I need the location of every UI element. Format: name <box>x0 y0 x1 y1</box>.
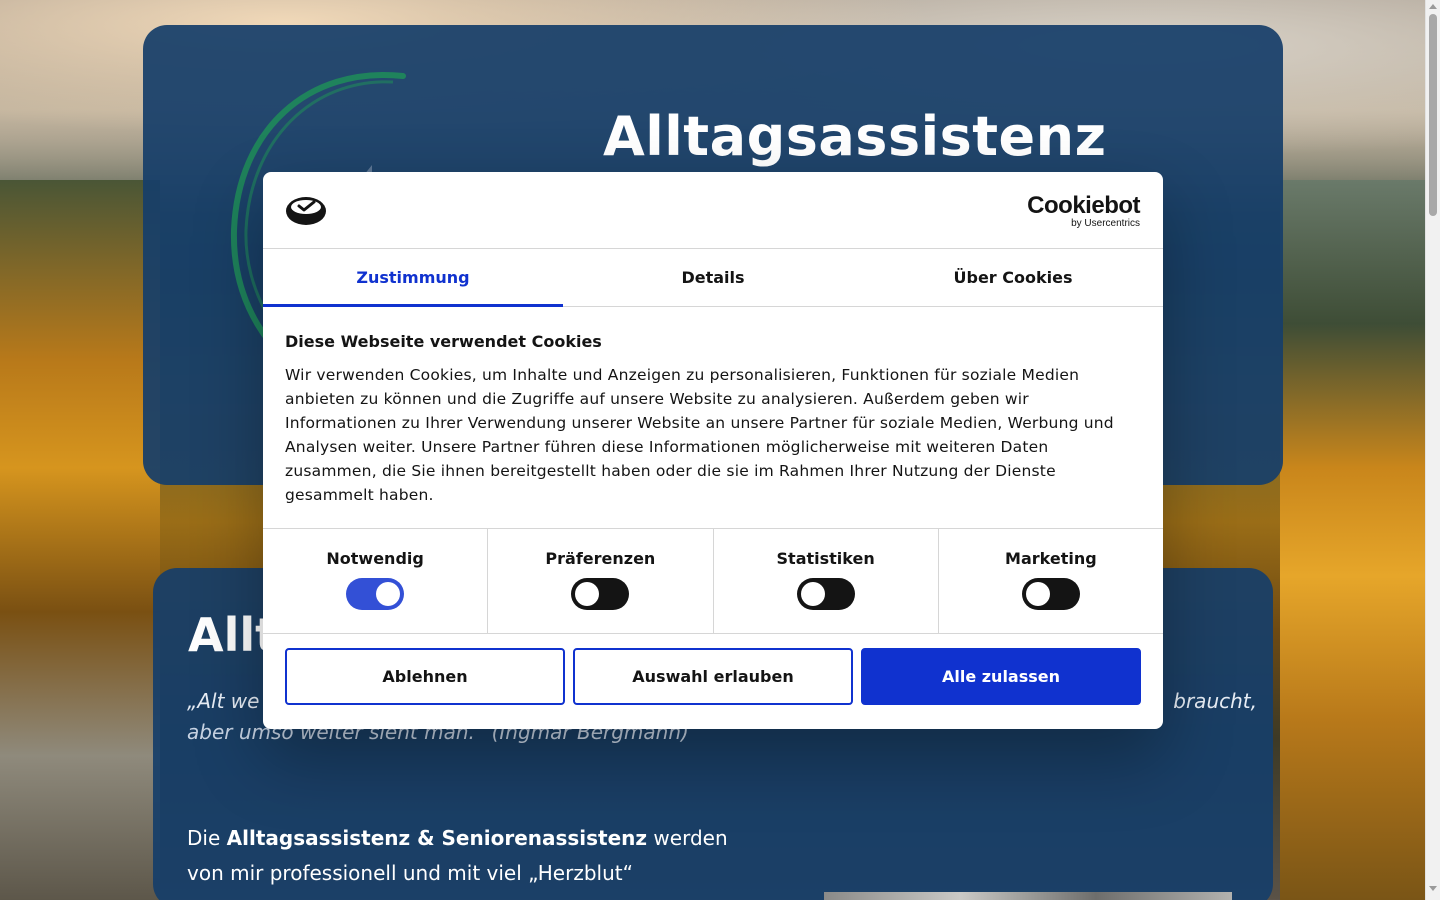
toggle-statistiken: Statistiken <box>714 529 939 633</box>
switch-praeferenzen[interactable] <box>571 578 630 610</box>
toggle-marketing: Marketing <box>939 529 1163 633</box>
decline-button[interactable]: Ablehnen <box>285 648 565 705</box>
switch-knob <box>575 582 600 606</box>
switch-knob <box>376 582 401 606</box>
dialog-body: Diese Webseite verwendet Cookies Wir ver… <box>285 331 1141 507</box>
dialog-tabs: Zustimmung Details Über Cookies <box>263 249 1163 307</box>
cookie-brand-icon <box>286 197 326 225</box>
toggle-label-marketing: Marketing <box>1005 549 1097 568</box>
cookiebot-logo[interactable]: Cookiebot by Usercentrics <box>1027 194 1140 230</box>
toggle-praeferenzen: Präferenzen <box>488 529 714 633</box>
switch-statistiken[interactable] <box>796 578 855 610</box>
toggle-notwendig: Notwendig <box>263 529 489 633</box>
toggle-label-notwendig: Notwendig <box>326 549 424 568</box>
switch-knob <box>800 582 825 606</box>
cookiebot-subtitle: by Usercentrics <box>1071 218 1140 229</box>
allow-all-button[interactable]: Alle zulassen <box>861 648 1141 705</box>
toggle-label-praeferenzen: Präferenzen <box>545 549 656 568</box>
cookie-consent-dialog: Cookiebot by Usercentrics Zustimmung Det… <box>263 172 1163 729</box>
cookiebot-wordmark: Cookiebot <box>1027 192 1140 219</box>
consent-toggles: Notwendig Präferenzen Statistiken Market… <box>263 528 1163 634</box>
allow-selection-button[interactable]: Auswahl erlauben <box>573 648 853 705</box>
toggle-label-statistiken: Statistiken <box>776 549 875 568</box>
dialog-description: Wir verwenden Cookies, um Inhalte und An… <box>285 366 1114 504</box>
scroll-up-icon[interactable] <box>1429 4 1437 9</box>
scroll-down-icon[interactable] <box>1429 886 1437 891</box>
tab-zustimmung[interactable]: Zustimmung <box>263 249 563 307</box>
tab-details[interactable]: Details <box>563 249 863 306</box>
tab-ueber-cookies[interactable]: Über Cookies <box>863 249 1163 306</box>
switch-notwendig[interactable] <box>346 578 405 610</box>
dialog-title: Diese Webseite verwendet Cookies <box>285 332 602 351</box>
switch-knob <box>1025 582 1050 606</box>
dialog-header: Cookiebot by Usercentrics <box>263 172 1163 249</box>
page-scrollbar[interactable] <box>1425 0 1440 900</box>
scroll-thumb[interactable] <box>1429 14 1437 216</box>
switch-marketing[interactable] <box>1021 578 1080 610</box>
dialog-buttons: Ablehnen Auswahl erlauben Alle zulassen <box>285 648 1141 705</box>
